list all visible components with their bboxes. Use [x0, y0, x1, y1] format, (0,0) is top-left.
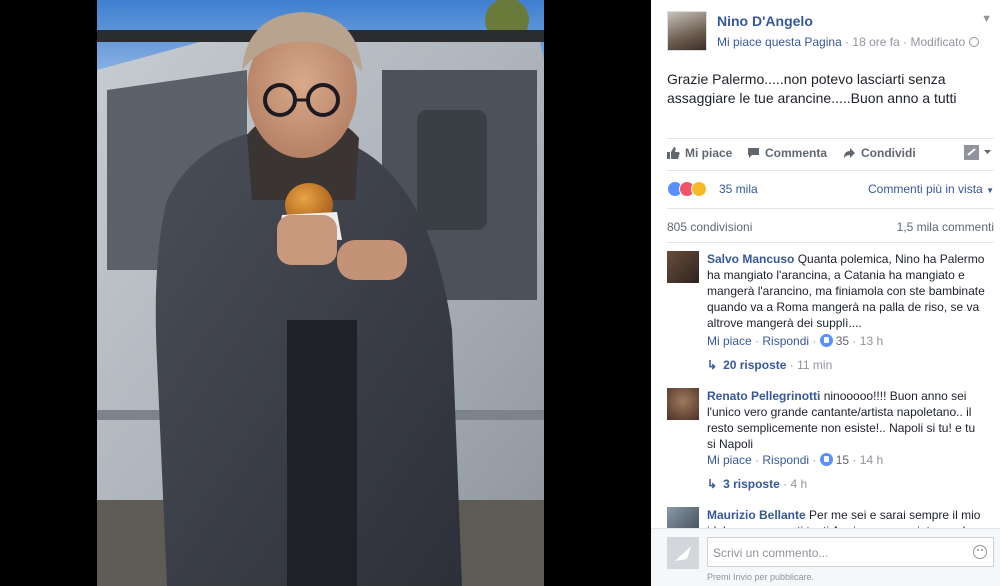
comment-like-count[interactable]: 35 [836, 334, 849, 348]
share-comment-counts: 805 condivisioni 1,5 mila commenti [667, 220, 994, 234]
comment-author[interactable]: Renato Pellegrinotti [707, 389, 820, 403]
author-avatar[interactable] [667, 11, 707, 51]
post-time[interactable]: 18 ore fa [852, 35, 899, 49]
comment-author[interactable]: Maurizio Bellante [707, 508, 806, 522]
comment-input[interactable]: Scrivi un commento... [707, 537, 994, 567]
comment-body: Salvo Mancuso Quanta polemica, Nino ha P… [707, 251, 987, 331]
commenter-avatar[interactable] [667, 507, 699, 528]
photo-image [97, 0, 544, 586]
commenter-avatar[interactable] [667, 388, 699, 420]
globe-icon [968, 37, 979, 47]
reply-arrow-icon: ↳ [707, 358, 718, 372]
comment-composer: Scrivi un commento... Premi Invio per pu… [651, 528, 1000, 586]
like-label: Mi piace [685, 146, 733, 160]
divider [667, 242, 994, 243]
like-icon [819, 334, 833, 347]
like-page-link[interactable]: Mi piace questa Pagina [717, 35, 842, 49]
comment-body: Renato Pellegrinotti ninooooo!!!! Buon a… [707, 388, 987, 452]
comment-sort-dropdown[interactable]: Commenti più in vista ▼ [868, 182, 994, 196]
comment-reply-link[interactable]: Rispondi [762, 334, 809, 348]
share-label: Condividi [861, 146, 916, 160]
share-button[interactable]: Condividi [843, 146, 916, 160]
view-replies[interactable]: ↳ 20 risposte · 11 min [707, 358, 832, 372]
comment-like-link[interactable]: Mi piace [707, 453, 752, 467]
edited-label[interactable]: Modificato [910, 35, 965, 49]
divider [667, 138, 994, 139]
photo-viewer: Nino D'Angelo Mi piace questa Pagina · 1… [0, 0, 1000, 586]
comments-count[interactable]: 1,5 mila commenti [897, 220, 994, 234]
comment-list: Salvo Mancuso Quanta polemica, Nino ha P… [667, 248, 997, 528]
meta-separator: · [899, 35, 911, 49]
like-icon [667, 147, 680, 159]
shares-count[interactable]: 805 condivisioni [667, 220, 752, 234]
smiley-icon[interactable] [973, 545, 987, 559]
share-menu-graphic [964, 145, 991, 160]
share-icon [844, 148, 855, 158]
post-meta: Mi piace questa Pagina · 18 ore fa · Mod… [717, 35, 979, 49]
photo-pane [0, 0, 651, 586]
comment-footer: Mi piace · Rispondi · 15 · 14 h [707, 453, 884, 467]
commenter-avatar[interactable] [667, 251, 699, 283]
post-photo[interactable] [97, 0, 544, 586]
reactions-row: 35 mila Commenti più in vista ▼ [667, 180, 994, 198]
divider [667, 170, 994, 171]
post-actions: Mi piace Commenta Condividi [667, 143, 994, 163]
composer-avatar-graphic [675, 546, 691, 561]
share-menu-icon[interactable] [964, 143, 994, 163]
replies-time: 11 min [797, 358, 833, 372]
comment-like-count[interactable]: 15 [836, 453, 849, 467]
comment-input-placeholder: Scrivi un commento... [713, 546, 829, 560]
comment-like-link[interactable]: Mi piace [707, 334, 752, 348]
post-sidebar: Nino D'Angelo Mi piace questa Pagina · 1… [651, 0, 1000, 586]
sort-label: Commenti più in vista [868, 182, 983, 196]
meta-separator: · [841, 35, 853, 49]
comment-icon [748, 148, 759, 158]
comment-reply-link[interactable]: Rispondi [762, 453, 809, 467]
divider [667, 208, 994, 209]
post-header: Nino D'Angelo Mi piace questa Pagina · 1… [667, 11, 992, 51]
chevron-down-icon: ▼ [986, 186, 994, 195]
comment-button[interactable]: Commenta [747, 146, 827, 160]
haha-reaction-icon[interactable] [691, 181, 707, 197]
replies-count[interactable]: 20 risposte [723, 358, 786, 372]
comment-time[interactable]: 14 h [860, 453, 883, 467]
camera-icon[interactable] [667, 537, 699, 569]
author-name[interactable]: Nino D'Angelo [717, 13, 813, 29]
comment-label: Commenta [765, 146, 828, 160]
reaction-count[interactable]: 35 mila [719, 182, 758, 196]
replies-time: 4 h [790, 477, 808, 491]
chevron-down-icon[interactable]: ▼ [981, 13, 992, 25]
post-message: Grazie Palermo.....non potevo lasciarti … [667, 71, 957, 106]
composer-hint: Premi Invio per pubblicare. [707, 572, 815, 582]
comment-body: Maurizio Bellante Per me sei e sarai sem… [707, 507, 987, 528]
comment-author[interactable]: Salvo Mancuso [707, 252, 794, 266]
comment-footer: Mi piace · Rispondi · 35 · 13 h [707, 334, 884, 348]
like-icon [819, 453, 833, 466]
reply-arrow-icon: ↳ [707, 477, 718, 491]
comment-time[interactable]: 13 h [860, 334, 883, 348]
replies-count[interactable]: 3 risposte [723, 477, 780, 491]
like-button[interactable]: Mi piace [667, 146, 732, 160]
view-replies[interactable]: ↳ 3 risposte · 4 h [707, 477, 807, 491]
